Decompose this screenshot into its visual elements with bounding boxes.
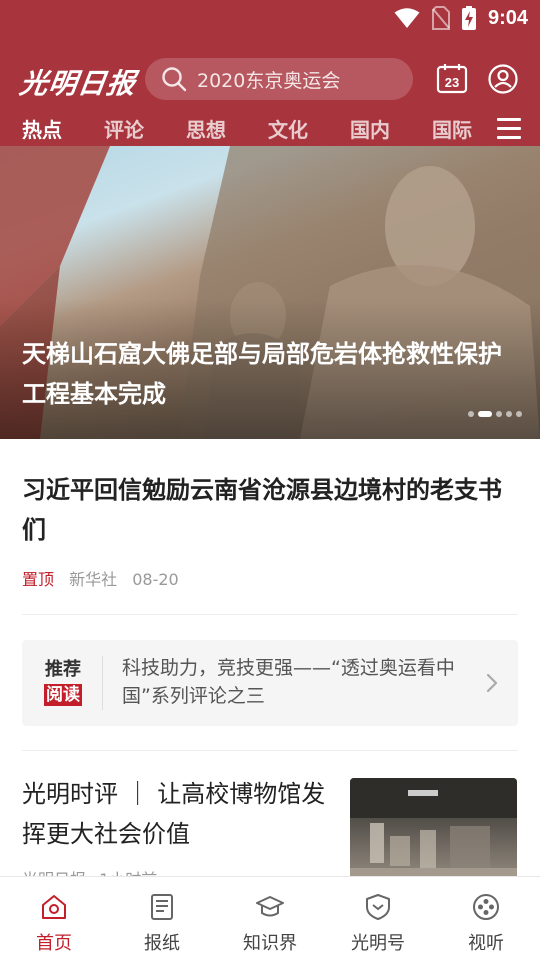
tab-international[interactable]: 国际 — [432, 114, 472, 143]
article-meta: 置顶 新华社 08-20 — [22, 566, 179, 590]
search-placeholder: 2020东京奥运会 — [197, 69, 341, 92]
article-source: 新华社 — [69, 570, 118, 589]
article-title[interactable]: 光明时评 ｜ 让高校博物馆发挥更大社会价值 — [22, 774, 332, 854]
nav-label: 知识界 — [243, 933, 297, 954]
bottom-nav: 首页 报纸 知识界 光明号 视听 — [0, 876, 540, 960]
no-sim-icon — [431, 6, 450, 30]
menu-icon[interactable] — [497, 118, 521, 140]
nav-label: 报纸 — [144, 933, 180, 954]
recommend-badge: 推荐 阅读 — [40, 658, 86, 708]
divider — [22, 750, 518, 751]
carousel-dot-active — [478, 411, 492, 417]
recommend-text: 科技助力，竞技更强——“透过奥运看中国”系列评论之三 — [122, 657, 455, 707]
app-logo[interactable]: 光明日报 — [17, 62, 139, 102]
battery-charging-icon — [461, 6, 476, 30]
carousel-dot — [468, 411, 474, 417]
nav-video[interactable]: 视听 — [432, 877, 540, 960]
app-header: 9:04 光明日报 2020东京奥运会 23 热点 评论 思想 文化 国内 国际 — [0, 0, 540, 146]
top-bar: 光明日报 2020东京奥运会 23 — [0, 56, 540, 102]
shield-icon — [366, 894, 390, 920]
article-title: 习近平回信勉励云南省沧源县边境村的老支书们 — [22, 475, 502, 544]
recommend-separator — [102, 656, 103, 710]
newspaper-icon — [151, 894, 173, 920]
user-icon[interactable] — [488, 64, 518, 94]
calendar-icon[interactable]: 23 — [436, 62, 468, 94]
graduation-cap-icon — [256, 896, 284, 917]
divider — [22, 614, 518, 615]
museum-image — [350, 778, 517, 888]
nav-label: 光明号 — [351, 933, 405, 954]
nav-guangming-hao[interactable]: 光明号 — [324, 877, 432, 960]
nav-label: 视听 — [468, 933, 504, 954]
search-bar[interactable]: 2020东京奥运会 — [145, 58, 413, 100]
pinned-tag: 置顶 — [22, 570, 55, 589]
nav-label: 首页 — [36, 933, 72, 954]
recommend-badge-top: 推荐 — [45, 659, 81, 680]
calendar-day: 23 — [445, 75, 459, 90]
status-bar: 9:04 — [0, 0, 540, 36]
nav-home[interactable]: 首页 — [0, 877, 108, 960]
status-icons: 9:04 — [394, 6, 528, 30]
pinned-article[interactable]: 习近平回信勉励云南省沧源县边境村的老支书们 置顶 新华社 08-20 — [22, 470, 522, 589]
recommend-badge-bottom: 阅读 — [44, 684, 82, 706]
carousel-dots — [468, 411, 522, 417]
recommend-card[interactable]: 推荐 阅读 科技助力，竞技更强——“透过奥运看中国”系列评论之三 — [22, 640, 518, 726]
article-date: 08-20 — [132, 570, 179, 589]
tab-commentary[interactable]: 评论 — [104, 114, 144, 143]
carousel-dot — [496, 411, 502, 417]
tab-thought[interactable]: 思想 — [186, 114, 226, 143]
video-reel-icon — [473, 894, 499, 920]
status-time: 9:04 — [487, 6, 528, 29]
hero-carousel[interactable]: 天梯山石窟大佛足部与局部危岩体抢救性保护工程基本完成 — [0, 146, 540, 439]
tab-culture[interactable]: 文化 — [268, 114, 308, 143]
tab-domestic[interactable]: 国内 — [350, 114, 390, 143]
category-tabs: 热点 评论 思想 文化 国内 国际 — [0, 114, 540, 146]
wifi-icon — [394, 8, 420, 28]
carousel-dot — [506, 411, 512, 417]
hero-title[interactable]: 天梯山石窟大佛足部与局部危岩体抢救性保护工程基本完成 — [22, 334, 522, 414]
nav-newspaper[interactable]: 报纸 — [108, 877, 216, 960]
carousel-dot — [516, 411, 522, 417]
search-icon — [162, 67, 187, 92]
article-thumbnail[interactable] — [350, 778, 517, 888]
chevron-right-icon — [486, 673, 498, 693]
tab-hot[interactable]: 热点 — [22, 114, 62, 143]
nav-knowledge[interactable]: 知识界 — [216, 877, 324, 960]
home-icon — [42, 895, 66, 919]
